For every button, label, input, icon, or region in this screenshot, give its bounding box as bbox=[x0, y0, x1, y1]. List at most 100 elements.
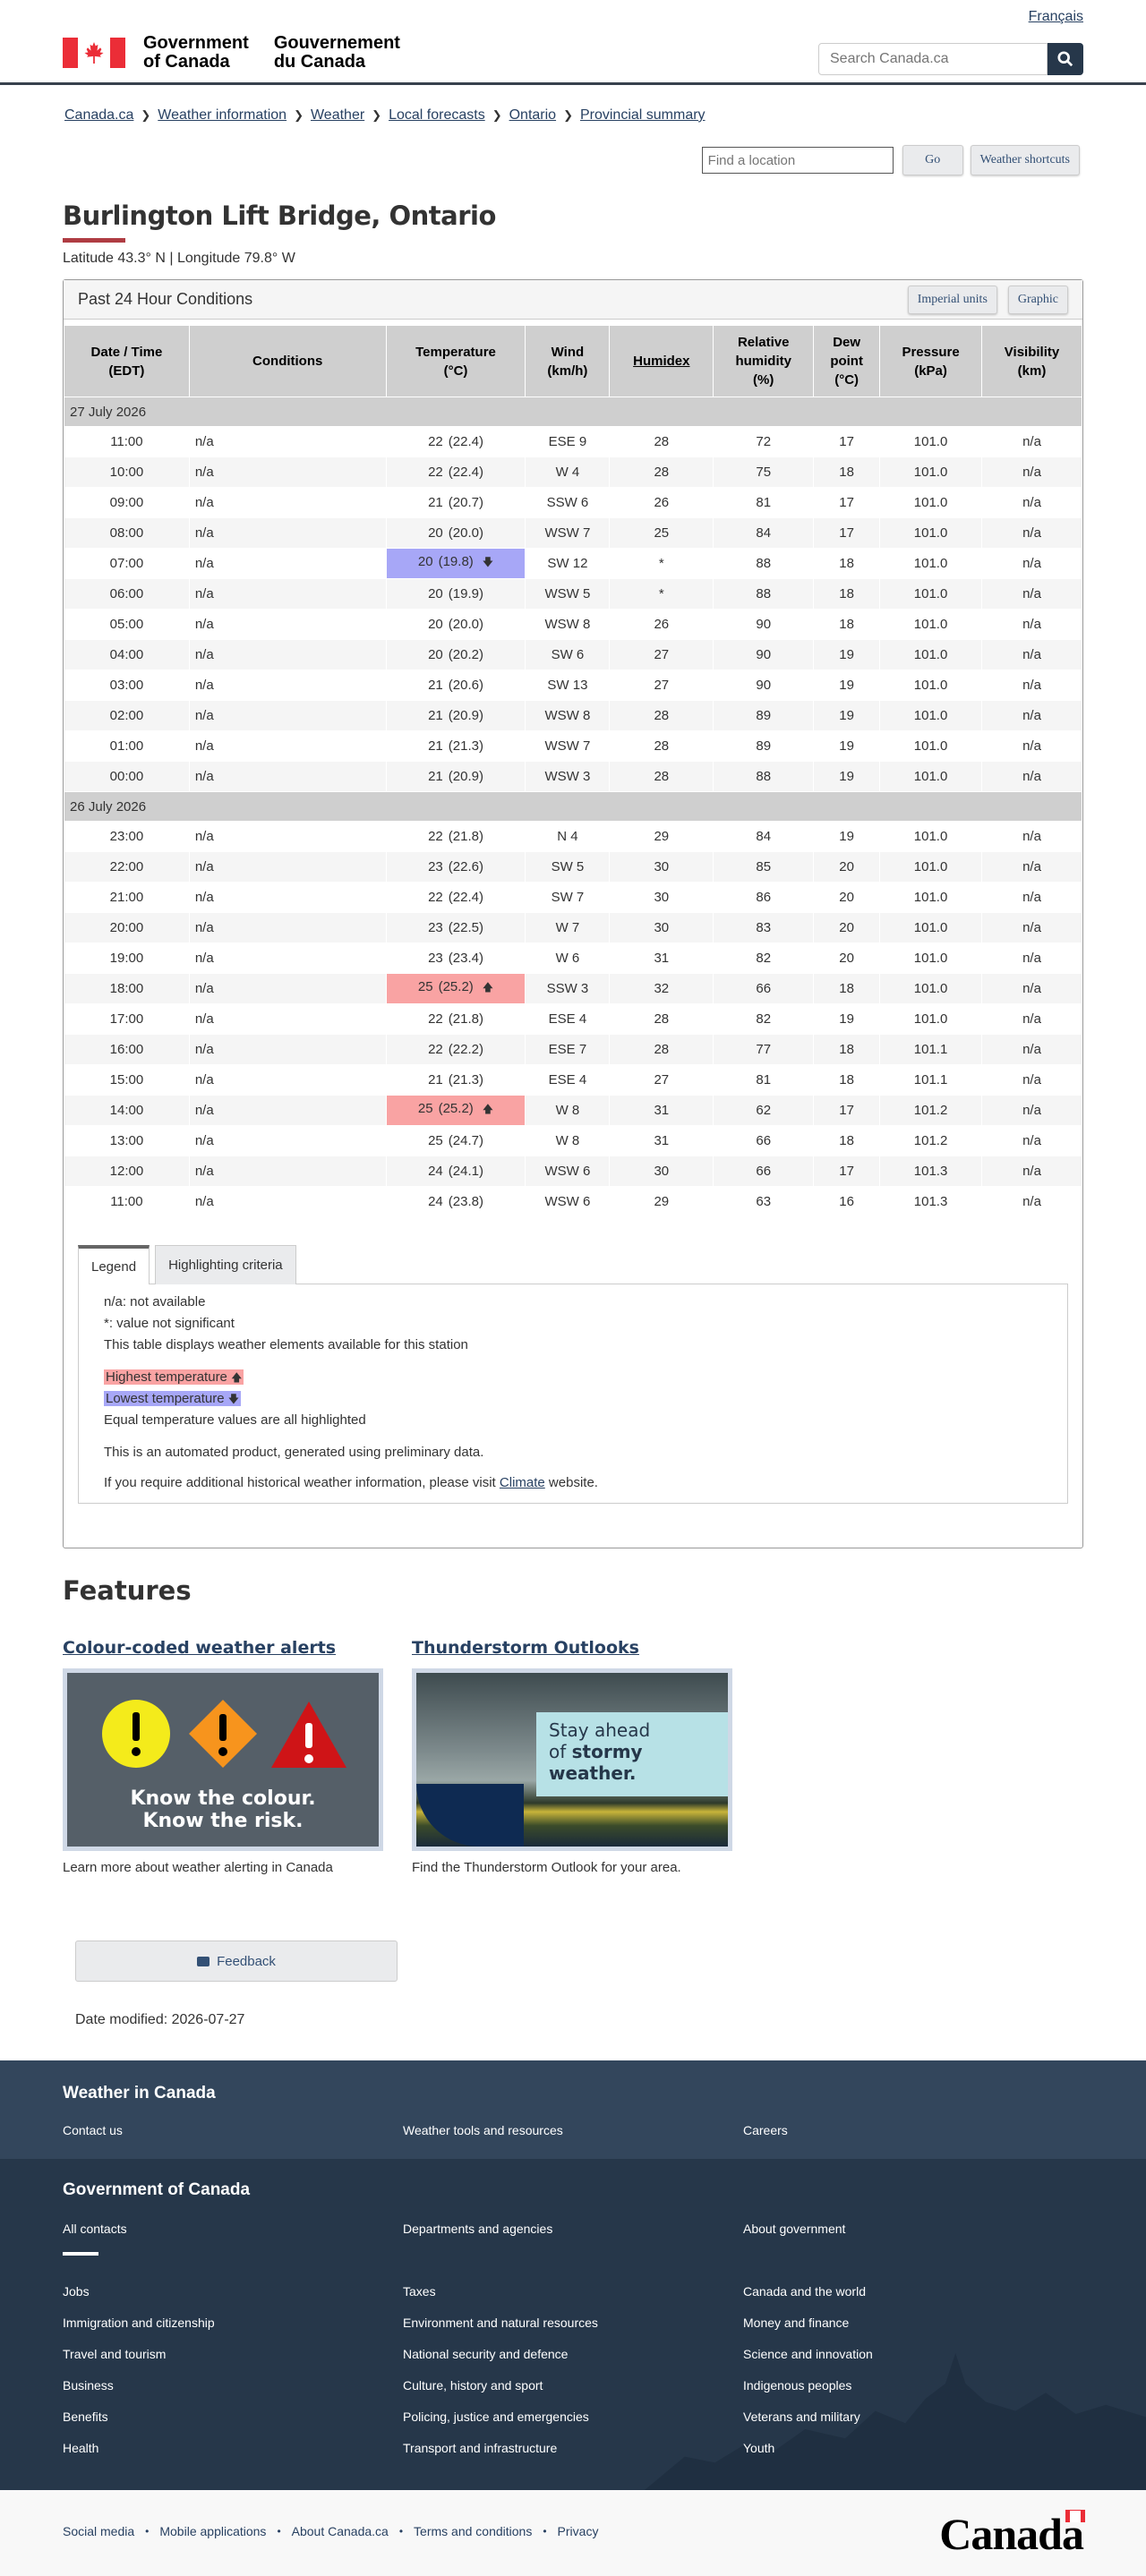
footer-rule bbox=[63, 2252, 98, 2256]
footer-contact-link[interactable]: Contact us bbox=[63, 2123, 123, 2137]
tab-legend[interactable]: Legend bbox=[78, 1245, 150, 1284]
footer-theme-link[interactable]: Science and innovation bbox=[743, 2347, 873, 2361]
footer-theme-link[interactable]: Culture, history and sport bbox=[403, 2378, 543, 2393]
footer-theme-link[interactable]: National security and defence bbox=[403, 2347, 568, 2361]
dewpoint-cell: 20 bbox=[813, 912, 881, 943]
footer-bottom-link[interactable]: Social media bbox=[63, 2524, 134, 2538]
dewpoint-cell: 18 bbox=[813, 548, 881, 579]
footer-about-gov[interactable]: About government bbox=[743, 2222, 845, 2236]
breadcrumb-ontario[interactable]: Ontario bbox=[509, 107, 556, 124]
conditions-cell: n/a bbox=[188, 1186, 387, 1217]
visibility-cell: n/a bbox=[981, 700, 1082, 731]
table-row: 19:00 n/a 23 (23.4) W 6 31 82 20 101.0 n/a bbox=[64, 943, 1082, 974]
time-cell: 10:00 bbox=[64, 456, 190, 488]
footer-theme-link[interactable]: Health bbox=[63, 2441, 98, 2455]
table-row: 05:00 n/a 20 (20.0) WSW 8 26 90 18 101.0 n/a bbox=[64, 609, 1082, 640]
pressure-cell: 101.0 bbox=[879, 730, 983, 762]
legend-lowest: Lowest temperature 🡇 bbox=[104, 1388, 1042, 1410]
footer-theme-link[interactable]: Environment and natural resources bbox=[403, 2316, 598, 2330]
arrow-up-icon: 🡅 bbox=[482, 981, 494, 994]
feature-alerts-link[interactable]: Colour-coded weather alerts bbox=[63, 1638, 336, 1658]
footer-theme-link[interactable]: Taxes bbox=[403, 2284, 436, 2299]
wind-cell: W 8 bbox=[525, 1095, 611, 1126]
footer-theme-link[interactable]: Business bbox=[63, 2378, 114, 2393]
temperature-cell: 22 (22.4) bbox=[385, 426, 526, 457]
footer-theme-link[interactable]: Money and finance bbox=[743, 2316, 849, 2330]
conditions-table: Date / Time (EDT) Conditions Temperature… bbox=[64, 325, 1082, 1217]
footer-bottom-link[interactable]: Mobile applications bbox=[159, 2524, 266, 2538]
breadcrumb-local-forecasts[interactable]: Local forecasts bbox=[389, 107, 485, 124]
footer-bottom-link[interactable]: Privacy bbox=[558, 2524, 599, 2538]
pressure-cell: 101.2 bbox=[879, 1125, 983, 1156]
humidity-cell: 90 bbox=[713, 639, 815, 670]
weather-alerts-image[interactable]: Know the colour. Know the risk. bbox=[63, 1668, 383, 1851]
footer-theme-link[interactable]: Immigration and citizenship bbox=[63, 2316, 215, 2330]
breadcrumb-canada[interactable]: Canada.ca bbox=[64, 107, 133, 124]
temperature-value: 20 bbox=[417, 554, 433, 569]
feedback-button[interactable]: Feedback bbox=[75, 1941, 398, 1982]
col-wind: Wind (km/h) bbox=[525, 325, 611, 397]
pressure-cell: 101.0 bbox=[879, 943, 983, 974]
temperature-cell: 21 (20.6) bbox=[385, 670, 526, 701]
footer-theme-link[interactable]: Policing, justice and emergencies bbox=[403, 2410, 589, 2424]
footer-theme-link[interactable]: Veterans and military bbox=[743, 2410, 860, 2424]
climate-pre: If you require additional historical wea… bbox=[104, 1475, 500, 1490]
time-cell: 08:00 bbox=[64, 517, 190, 549]
footer-tools-link[interactable]: Weather tools and resources bbox=[403, 2123, 563, 2137]
footer-theme-link[interactable]: Transport and infrastructure bbox=[403, 2441, 557, 2455]
temperature-cell: 20 (20.0) bbox=[385, 517, 526, 549]
wind-cell: SW 12 bbox=[525, 548, 611, 579]
footer-theme-link[interactable]: Jobs bbox=[63, 2284, 90, 2299]
footer-theme-link[interactable]: Travel and tourism bbox=[63, 2347, 166, 2361]
footer-bottom-link[interactable]: Terms and conditions bbox=[414, 2524, 532, 2538]
visibility-cell: n/a bbox=[981, 851, 1082, 883]
search-button[interactable] bbox=[1048, 43, 1083, 75]
graphic-button[interactable]: Graphic bbox=[1007, 285, 1068, 314]
footer-theme-link[interactable]: Youth bbox=[743, 2441, 774, 2455]
humidex-cell: 28 bbox=[609, 426, 714, 457]
wind-cell: SW 7 bbox=[525, 882, 611, 913]
footer-theme-link[interactable]: Benefits bbox=[63, 2410, 108, 2424]
pressure-cell: 101.0 bbox=[879, 821, 983, 852]
visibility-cell: n/a bbox=[981, 1034, 1082, 1065]
legend-automated: This is an automated product, generated … bbox=[104, 1445, 484, 1460]
legend-tabs: Legend Highlighting criteria bbox=[78, 1245, 1068, 1284]
visibility-cell: n/a bbox=[981, 609, 1082, 640]
footer-departments[interactable]: Departments and agencies bbox=[403, 2222, 552, 2236]
footer-careers-link[interactable]: Careers bbox=[743, 2123, 788, 2137]
temperature-value: 25 bbox=[428, 1133, 443, 1148]
location-input[interactable] bbox=[701, 147, 894, 174]
breadcrumb-weather[interactable]: Weather bbox=[311, 107, 364, 124]
go-button[interactable]: Go bbox=[902, 145, 963, 175]
language-toggle-link[interactable]: Français bbox=[1029, 9, 1083, 25]
visibility-cell: n/a bbox=[981, 1125, 1082, 1156]
breadcrumb-weather-information[interactable]: Weather information bbox=[158, 107, 286, 124]
imperial-units-button[interactable]: Imperial units bbox=[907, 285, 997, 314]
tab-highlighting-criteria[interactable]: Highlighting criteria bbox=[155, 1245, 296, 1284]
humidity-cell: 66 bbox=[713, 973, 815, 1004]
breadcrumb-provincial-summary[interactable]: Provincial summary bbox=[580, 107, 706, 124]
conditions-cell: n/a bbox=[188, 1095, 387, 1126]
climate-link[interactable]: Climate bbox=[500, 1475, 545, 1490]
storm-image-line1: Stay ahead bbox=[549, 1719, 651, 1741]
search-input[interactable] bbox=[818, 43, 1048, 75]
pressure-cell: 101.0 bbox=[879, 517, 983, 549]
footer-theme-link[interactable]: Canada and the world bbox=[743, 2284, 866, 2299]
weather-shortcuts-button[interactable]: Weather shortcuts bbox=[970, 145, 1080, 175]
footer-bottom-link[interactable]: About Canada.ca bbox=[292, 2524, 389, 2538]
footer-theme-link[interactable]: Indigenous peoples bbox=[743, 2378, 851, 2393]
footer-all-contacts[interactable]: All contacts bbox=[63, 2222, 127, 2236]
government-of-canada-signature[interactable]: Government of Canada Gouvernement du Canad… bbox=[63, 34, 400, 72]
humidex-cell: 30 bbox=[609, 882, 714, 913]
time-cell: 13:00 bbox=[64, 1125, 190, 1156]
feature-thunderstorm-link[interactable]: Thunderstorm Outlooks bbox=[412, 1638, 639, 1658]
legend-star: *: value not significant bbox=[104, 1316, 235, 1331]
temperature-cell: 21 (20.9) bbox=[385, 761, 526, 792]
time-cell: 21:00 bbox=[64, 882, 190, 913]
humidex-link[interactable]: Humidex bbox=[633, 354, 689, 369]
wind-cell: WSW 3 bbox=[525, 761, 611, 792]
temperature-cell: 25 (25.2) 🡅 bbox=[385, 1095, 526, 1126]
conditions-cell: n/a bbox=[188, 517, 387, 549]
thunderstorm-image[interactable]: Stay ahead of stormy weather. bbox=[412, 1668, 732, 1851]
visibility-cell: n/a bbox=[981, 1186, 1082, 1217]
